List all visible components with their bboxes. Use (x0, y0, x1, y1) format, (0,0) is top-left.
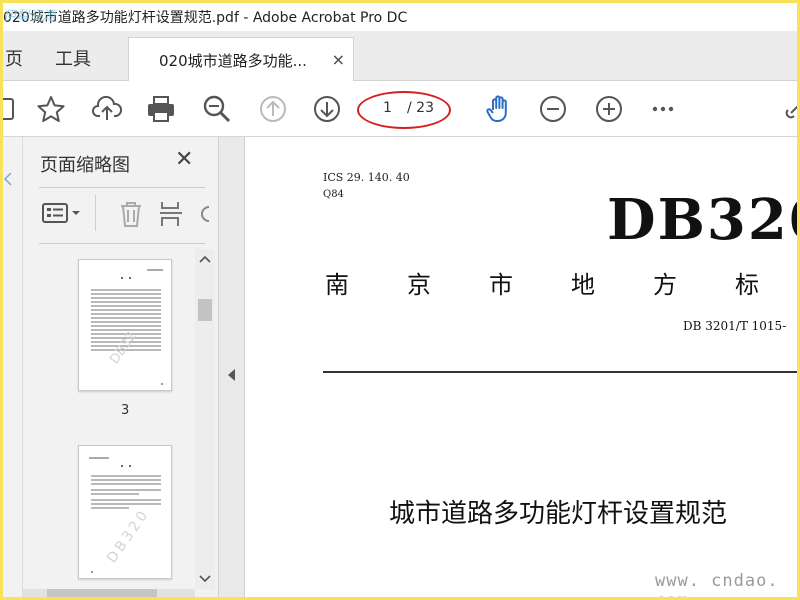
zoom-icon[interactable] (201, 93, 233, 125)
collapse-arrow-icon[interactable] (219, 365, 245, 385)
scroll-down-icon[interactable] (195, 571, 215, 587)
page-thumbnail[interactable]: DB32 (78, 259, 172, 391)
bookmark-icon[interactable] (3, 93, 21, 125)
doc-standard-type: 南京市地方标 (325, 271, 797, 299)
panel-collapse-handle[interactable] (219, 137, 245, 597)
hand-icon[interactable] (483, 93, 515, 125)
tab-bar: 页 工具 020城市道路多功能... × (3, 31, 797, 82)
tab-close-icon[interactable]: × (332, 50, 345, 69)
red-annotation-ring (357, 91, 451, 129)
scroll-up-icon[interactable] (195, 251, 215, 267)
toolbar-separator (95, 195, 96, 231)
tab-tools[interactable]: 工具 (55, 45, 91, 71)
tab-home[interactable]: 页 (5, 45, 23, 71)
upload-icon[interactable] (91, 93, 123, 125)
options-menu-icon[interactable] (41, 199, 85, 229)
panel-divider (39, 187, 205, 188)
thumbnails-panel: 页面缩略图 ✕ DB32 3 DB320 (23, 137, 219, 597)
print-icon[interactable] (145, 93, 177, 125)
svg-text:DB320: DB320 (104, 506, 153, 566)
doc-divider-line (323, 371, 797, 373)
doc-number: DB 3201/T 1015- (683, 319, 787, 333)
horizontal-scrollbar-thumb[interactable] (47, 589, 157, 597)
panel-divider (39, 243, 205, 244)
nav-arrow-icon[interactable] (3, 165, 23, 195)
star-icon[interactable] (35, 93, 67, 125)
tab-document[interactable]: 020城市道路多功能... × (128, 37, 354, 82)
window-title: 020城市道路多功能灯杆设置规范.pdf - Adobe Acrobat Pro… (3, 10, 408, 26)
page-up-icon[interactable] (257, 93, 289, 125)
panel-title: 页面缩略图 (40, 155, 130, 176)
more-icon[interactable] (647, 93, 679, 125)
rotate-icon[interactable] (199, 199, 219, 229)
panel-close-icon[interactable]: ✕ (175, 147, 193, 172)
left-nav-strip (3, 137, 23, 597)
page-thumbnail[interactable]: DB320 (78, 445, 172, 579)
zoom-in-icon[interactable] (593, 93, 625, 125)
horizontal-scrollbar[interactable] (23, 589, 195, 597)
thumbnail-label: 3 (121, 403, 130, 418)
site-watermark: www. cndao. com (655, 571, 779, 597)
doc-title: 城市道路多功能灯杆设置规范 (389, 499, 728, 529)
app-window: 020城市道路多功能灯杆设置规范.pdf - Adobe Acrobat Pro… (3, 3, 797, 597)
page-number-box[interactable]: 1 / 23 (357, 91, 451, 129)
page-down-icon[interactable] (311, 93, 343, 125)
thumbnail-content: DB320 (89, 457, 161, 573)
scrollbar-thumb[interactable] (198, 299, 212, 321)
zoom-out-icon[interactable] (537, 93, 569, 125)
doc-q-code: Q84 (323, 189, 344, 200)
thumbnail-scrollbar[interactable] (195, 249, 215, 589)
title-bar: 020城市道路多功能灯杆设置规范.pdf - Adobe Acrobat Pro… (3, 3, 797, 31)
doc-standard-code: DB320 (607, 187, 797, 253)
corner-watermark: 伊犁资源 (3, 9, 56, 24)
svg-text:DB32: DB32 (107, 329, 140, 367)
delete-icon[interactable] (117, 199, 145, 229)
document-view[interactable]: ICS 29. 140. 40 Q84 DB320 南京市地方标 DB 3201… (245, 137, 797, 597)
extract-pages-icon[interactable] (159, 199, 187, 229)
doc-ics-code: ICS 29. 140. 40 (323, 171, 410, 184)
link-icon[interactable] (779, 93, 797, 125)
toolbar: 1 / 23 (3, 81, 797, 137)
thumbnail-content: DB32 (91, 269, 163, 385)
tab-document-label: 020城市道路多功能... (159, 51, 307, 70)
